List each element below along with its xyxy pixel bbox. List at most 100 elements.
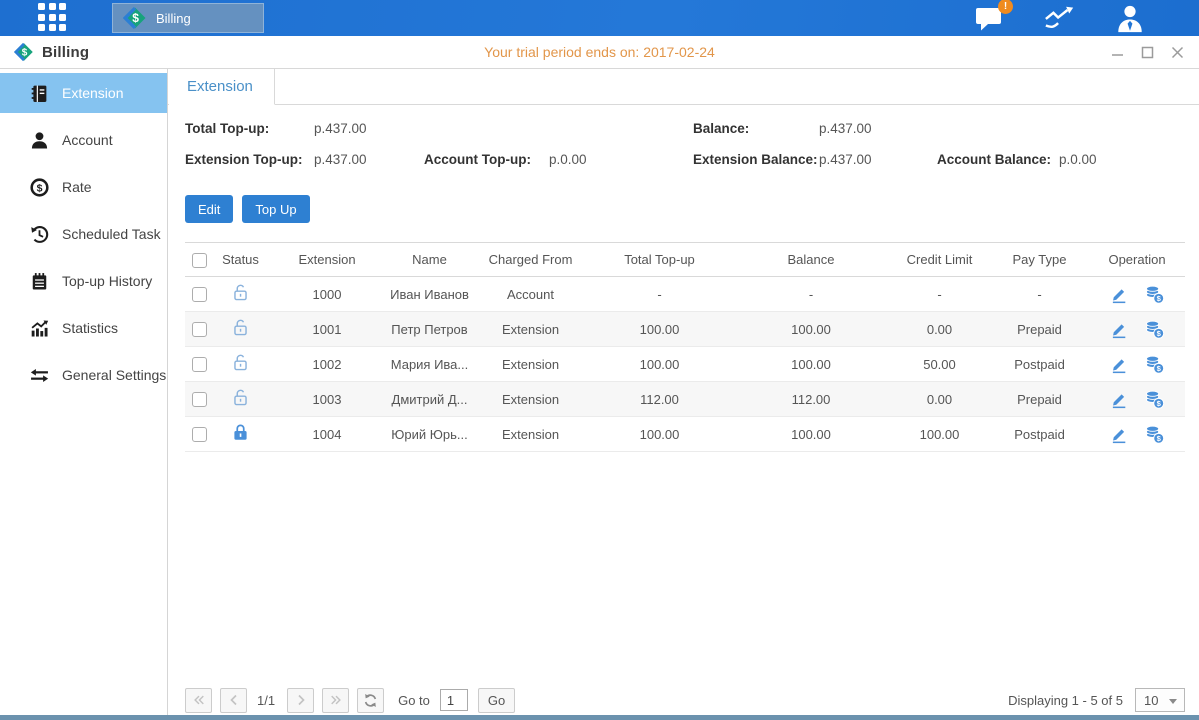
sidebar-item-label: Extension xyxy=(62,85,123,101)
cell-name: Юрий Юрь... xyxy=(386,427,473,442)
top-up-coins-icon[interactable]: $ xyxy=(1144,319,1165,340)
edit-pencil-icon[interactable] xyxy=(1110,355,1128,374)
cell-extension: 1003 xyxy=(268,392,386,407)
select-all-checkbox[interactable] xyxy=(192,253,207,268)
svg-text:$: $ xyxy=(1156,328,1161,337)
col-header-extension: Extension xyxy=(268,252,386,267)
page-size-select[interactable]: 10 xyxy=(1135,688,1185,712)
lock-open-icon xyxy=(230,387,251,408)
edit-pencil-icon[interactable] xyxy=(1110,390,1128,409)
table-row[interactable]: 1001 Петр Петров Extension 100.00 100.00… xyxy=(185,312,1185,347)
row-checkbox[interactable] xyxy=(192,427,207,442)
account-balance-label: Account Balance: xyxy=(937,152,1051,167)
first-page-button[interactable] xyxy=(185,688,212,713)
table-header: Status Extension Name Charged From Total… xyxy=(185,242,1185,277)
cell-extension: 1002 xyxy=(268,357,386,372)
sidebar-item-statistics[interactable]: Statistics xyxy=(0,308,167,348)
table-row[interactable]: 1000 Иван Иванов Account - - - - $ xyxy=(185,277,1185,312)
cell-balance: 100.00 xyxy=(731,427,891,442)
billing-diamond-icon: $ xyxy=(123,6,147,30)
extension-book-icon xyxy=(30,84,49,103)
billing-diamond-icon: $ xyxy=(14,42,34,62)
table-row[interactable]: 1004 Юрий Юрь... Extension 100.00 100.00… xyxy=(185,417,1185,452)
goto-label: Go to xyxy=(398,693,430,708)
displaying-text: Displaying 1 - 5 of 5 xyxy=(1008,693,1123,708)
sidebar-item-label: Account xyxy=(62,132,113,148)
go-button[interactable]: Go xyxy=(478,688,515,713)
cell-balance: 112.00 xyxy=(731,392,891,407)
messages-icon[interactable]: ! xyxy=(973,3,1007,33)
sidebar-item-rate[interactable]: $ Rate xyxy=(0,167,167,207)
table-row[interactable]: 1002 Мария Ива... Extension 100.00 100.0… xyxy=(185,347,1185,382)
cell-pay-type: Postpaid xyxy=(988,427,1091,442)
row-checkbox[interactable] xyxy=(192,287,207,302)
edit-button[interactable]: Edit xyxy=(185,195,233,223)
cell-credit-limit: - xyxy=(891,287,988,302)
cell-charged-from: Extension xyxy=(473,427,588,442)
minimize-icon[interactable] xyxy=(1109,44,1125,60)
top-up-coins-icon[interactable]: $ xyxy=(1144,354,1165,375)
prev-page-button[interactable] xyxy=(220,688,247,713)
taskbar-billing-button[interactable]: $ Billing xyxy=(112,3,264,33)
refresh-icon[interactable] xyxy=(357,688,384,713)
extension-balance-label: Extension Balance: xyxy=(693,152,818,167)
goto-page-input[interactable] xyxy=(440,689,468,711)
sidebar-item-scheduled-task[interactable]: Scheduled Task xyxy=(0,214,167,254)
extension-topup-value: p.437.00 xyxy=(314,152,367,167)
tab-strip: Extension xyxy=(168,69,1199,105)
person-icon xyxy=(30,131,49,150)
next-page-button[interactable] xyxy=(287,688,314,713)
sidebar-item-label: Scheduled Task xyxy=(62,226,161,242)
lock-open-icon xyxy=(230,317,251,338)
cell-total-topup: 112.00 xyxy=(588,392,731,407)
lock-open-icon xyxy=(230,282,251,303)
col-header-pay-type: Pay Type xyxy=(988,252,1091,267)
top-up-button[interactable]: Top Up xyxy=(242,195,309,223)
cell-pay-type: Postpaid xyxy=(988,357,1091,372)
taskbar-app-label: Billing xyxy=(156,11,191,26)
svg-text:$: $ xyxy=(22,48,28,59)
balance-value: p.437.00 xyxy=(819,121,872,136)
edit-pencil-icon[interactable] xyxy=(1110,285,1128,304)
close-icon[interactable] xyxy=(1169,44,1185,60)
reports-chart-icon[interactable] xyxy=(1043,3,1077,33)
col-header-name: Name xyxy=(386,252,473,267)
edit-pencil-icon[interactable] xyxy=(1110,320,1128,339)
col-header-status: Status xyxy=(213,252,268,267)
total-topup-label: Total Top-up: xyxy=(185,121,269,136)
cell-name: Петр Петров xyxy=(386,322,473,337)
sidebar-item-label: Top-up History xyxy=(62,273,152,289)
cell-charged-from: Extension xyxy=(473,392,588,407)
sidebar-item-account[interactable]: Account xyxy=(0,120,167,160)
edit-pencil-icon[interactable] xyxy=(1110,425,1128,444)
page-size-value: 10 xyxy=(1144,693,1158,708)
svg-text:$: $ xyxy=(1156,433,1161,442)
trial-notice: Your trial period ends on: 2017-02-24 xyxy=(0,44,1199,60)
svg-text:$: $ xyxy=(37,182,43,194)
apps-grid-icon[interactable] xyxy=(38,3,68,33)
dollar-coin-icon: $ xyxy=(30,178,49,197)
row-checkbox[interactable] xyxy=(192,392,207,407)
sidebar-item-extension[interactable]: Extension xyxy=(0,73,167,113)
cell-total-topup: - xyxy=(588,287,731,302)
tab-extension[interactable]: Extension xyxy=(169,69,275,105)
page-indicator: 1/1 xyxy=(257,693,275,708)
user-account-icon[interactable] xyxy=(1113,3,1147,33)
top-up-coins-icon[interactable]: $ xyxy=(1144,284,1165,305)
last-page-button[interactable] xyxy=(322,688,349,713)
row-checkbox[interactable] xyxy=(192,322,207,337)
maximize-icon[interactable] xyxy=(1139,44,1155,60)
cell-charged-from: Extension xyxy=(473,357,588,372)
swap-arrows-icon xyxy=(30,366,49,385)
table-row[interactable]: 1003 Дмитрий Д... Extension 112.00 112.0… xyxy=(185,382,1185,417)
sidebar-item-label: Statistics xyxy=(62,320,118,336)
sidebar-item-general-settings[interactable]: General Settings xyxy=(0,355,167,395)
extension-balance-value: p.437.00 xyxy=(819,152,872,167)
sidebar-nav: Extension Account $ Rate xyxy=(0,69,168,715)
col-header-balance: Balance xyxy=(731,252,891,267)
top-up-coins-icon[interactable]: $ xyxy=(1144,424,1165,445)
row-checkbox[interactable] xyxy=(192,357,207,372)
top-up-coins-icon[interactable]: $ xyxy=(1144,389,1165,410)
sidebar-item-topup-history[interactable]: Top-up History xyxy=(0,261,167,301)
balance-summary: Total Top-up: p.437.00 Balance: p.437.00… xyxy=(185,119,1185,181)
